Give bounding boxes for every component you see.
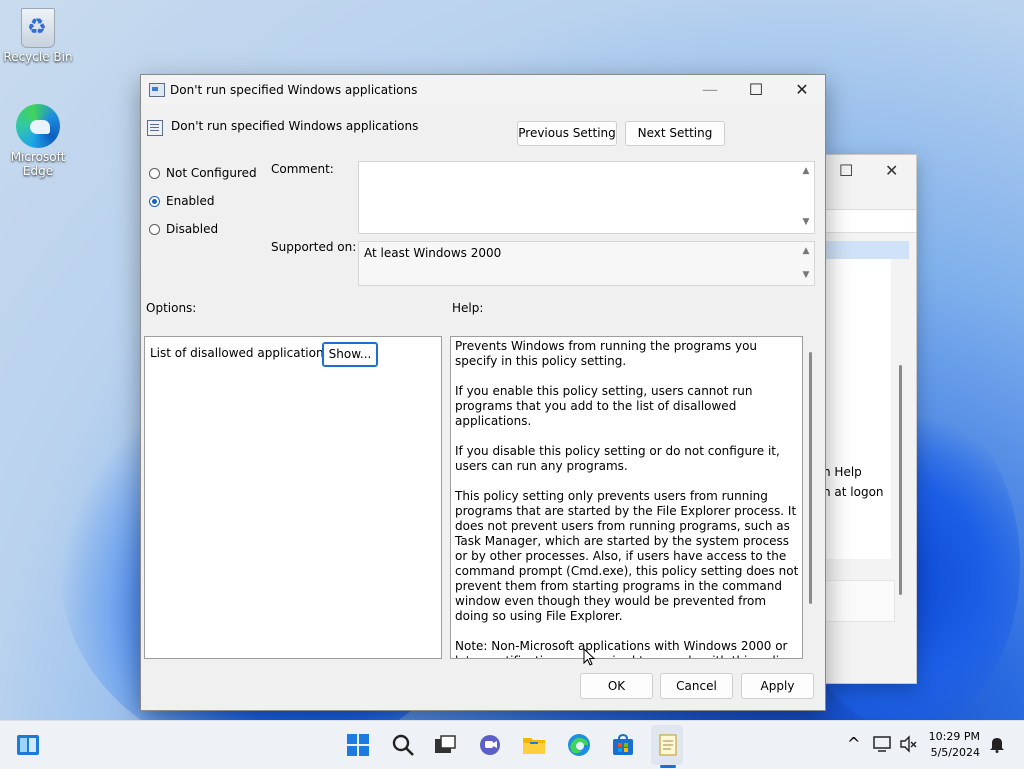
options-label: Options: <box>146 301 197 315</box>
mouse-cursor-icon <box>583 648 595 666</box>
notifications-icon[interactable] <box>988 735 1006 753</box>
radio-disabled[interactable]: Disabled <box>149 222 218 236</box>
help-panel[interactable]: Prevents Windows from running the progra… <box>450 336 803 659</box>
help-label: Help: <box>452 301 484 315</box>
task-view-icon[interactable] <box>433 733 457 757</box>
radio-label: Not Configured <box>166 166 257 180</box>
scroll-down-icon[interactable]: ▼ <box>799 217 813 227</box>
clock-date: 5/5/2024 <box>930 746 980 759</box>
widgets-icon[interactable] <box>16 733 40 757</box>
apply-button[interactable]: Apply <box>741 673 814 699</box>
file-explorer-icon[interactable] <box>522 733 546 757</box>
supported-on-field: At least Windows 2000 ▲ ▼ <box>358 241 815 286</box>
comment-textarea[interactable]: ▲ ▼ <box>358 161 815 234</box>
minimize-button[interactable]: — <box>687 75 733 105</box>
volume-muted-icon[interactable] <box>899 735 917 753</box>
setting-icon <box>147 120 163 136</box>
system-clock[interactable]: 10:29 PM 5/5/2024 <box>929 729 980 761</box>
ok-button[interactable]: OK <box>580 673 653 699</box>
help-paragraph: This policy setting only prevents users … <box>455 489 799 623</box>
help-paragraph: Note: Non-Microsoft applications with Wi… <box>455 639 793 658</box>
supported-on-label: Supported on: <box>271 240 357 254</box>
recycle-bin-icon <box>21 8 55 48</box>
scroll-up-icon[interactable]: ▲ <box>799 166 813 176</box>
notepad-icon[interactable] <box>656 733 680 757</box>
help-paragraph: Prevents Windows from running the progra… <box>455 339 758 368</box>
restore-icon[interactable]: ☐ <box>839 161 853 180</box>
help-text: Prevents Windows from running the progra… <box>455 339 801 658</box>
policy-icon <box>149 83 165 97</box>
scroll-down-icon[interactable]: ▼ <box>799 270 813 280</box>
chat-icon[interactable] <box>478 733 502 757</box>
policy-dialog: Don't run specified Windows applications… <box>140 74 826 711</box>
show-button[interactable]: Show... <box>322 342 378 367</box>
radio-label: Enabled <box>166 194 215 208</box>
scroll-up-icon[interactable]: ▲ <box>799 246 813 256</box>
show-hidden-icons-chevron-icon[interactable]: ^ <box>847 734 860 753</box>
next-setting-button[interactable]: Next Setting <box>625 121 725 146</box>
window-title: Don't run specified Windows applications <box>170 83 418 97</box>
cancel-button[interactable]: Cancel <box>660 673 733 699</box>
selected-row[interactable] <box>825 241 909 259</box>
start-icon[interactable] <box>346 733 370 757</box>
radio-circle-selected <box>149 195 160 207</box>
toolbar-strip <box>823 209 916 233</box>
option-item-label: List of disallowed applications <box>150 346 330 360</box>
previous-setting-button[interactable]: Previous Setting <box>517 121 617 146</box>
bg-text-logon: n at logon <box>823 485 884 499</box>
detail-pane <box>825 259 891 559</box>
search-icon[interactable] <box>391 733 415 757</box>
radio-label: Disabled <box>166 222 219 236</box>
options-panel: List of disallowed applications Show... <box>144 336 442 659</box>
close-icon[interactable]: ✕ <box>885 161 898 180</box>
comment-label: Comment: <box>271 162 334 176</box>
help-scrollbar[interactable] <box>809 352 812 604</box>
scrollbar-thumb[interactable] <box>899 365 902 595</box>
taskbar: ^ 10:29 PM 5/5/2024 <box>0 720 1024 769</box>
radio-circle <box>149 223 160 235</box>
edge-icon <box>16 104 60 148</box>
setting-heading: Don't run specified Windows applications <box>171 119 419 133</box>
clock-time: 10:29 PM <box>928 730 980 743</box>
edge-icon[interactable] <box>567 733 591 757</box>
store-icon[interactable] <box>611 733 635 757</box>
edge-label: Microsoft Edge <box>10 150 66 178</box>
maximize-button[interactable]: ☐ <box>733 75 779 105</box>
supported-on-value: At least Windows 2000 <box>364 246 502 260</box>
close-button[interactable]: ✕ <box>779 75 825 105</box>
help-paragraph: If you disable this policy setting or do… <box>455 444 780 473</box>
recycle-bin-shortcut[interactable]: Recycle Bin <box>0 8 76 64</box>
recycle-bin-label: Recycle Bin <box>3 50 73 64</box>
background-window[interactable]: ☐ ✕ n Help n at logon <box>822 154 917 684</box>
bg-lower-panel <box>825 580 895 622</box>
help-paragraph: If you enable this policy setting, users… <box>455 384 753 428</box>
network-icon[interactable] <box>872 735 892 753</box>
bg-text-help: n Help <box>823 465 862 479</box>
radio-circle <box>149 167 160 179</box>
title-bar[interactable]: Don't run specified Windows applications… <box>141 75 825 105</box>
edge-shortcut[interactable]: Microsoft Edge <box>0 104 76 178</box>
radio-not-configured[interactable]: Not Configured <box>149 166 257 180</box>
radio-enabled[interactable]: Enabled <box>149 194 215 208</box>
